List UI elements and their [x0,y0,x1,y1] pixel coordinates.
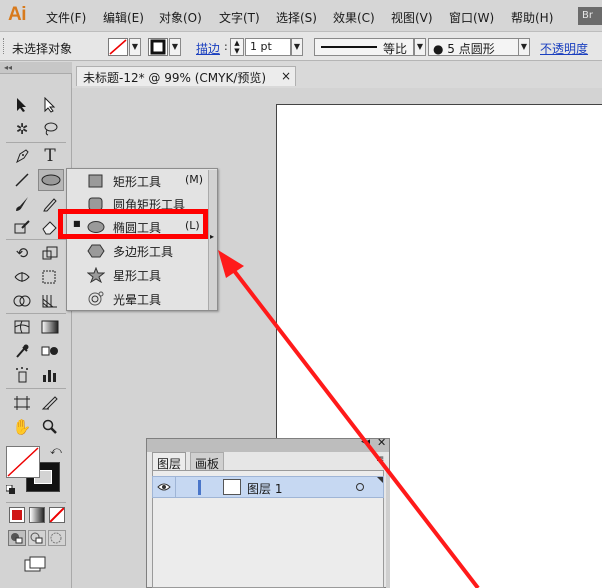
annotation-arrow [218,250,480,588]
